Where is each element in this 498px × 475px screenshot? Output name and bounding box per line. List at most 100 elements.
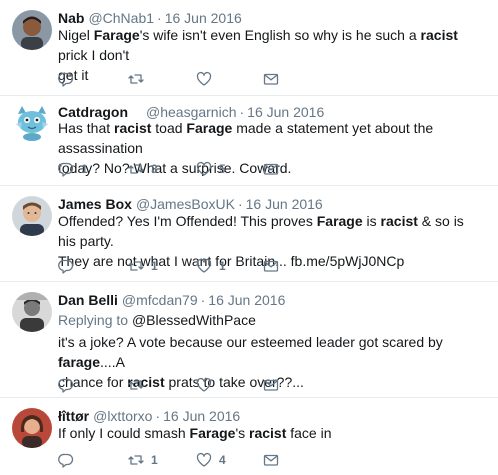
avatar-image (12, 10, 52, 50)
avatar[interactable] (12, 10, 52, 50)
tweet-actions: 1 1 (58, 257, 288, 275)
timestamp[interactable]: 16 Jun 2016 (165, 10, 242, 26)
user-handle[interactable]: @lxttorxo (93, 408, 152, 424)
retweet-count: 1 (151, 259, 158, 273)
text-span: face in (286, 425, 332, 441)
retweet-button[interactable] (128, 70, 151, 88)
tweet-text: If only I could smash Farage's racist fa… (58, 423, 483, 443)
tweet[interactable]: łîttør @lxttorxo · 16 Jun 2016 If only I co… (0, 398, 498, 475)
tweet-line: If only I could smash Farage's racist fa… (58, 423, 483, 443)
like-button[interactable]: 4 (196, 451, 226, 469)
replying-to-label: Replying to (58, 312, 132, 328)
text-span: it's a joke? A vote because our esteemed… (58, 334, 443, 350)
heart-icon (196, 452, 212, 468)
text-span: ....A (100, 354, 125, 370)
keyword-highlight: Farage (189, 425, 236, 441)
message-button[interactable] (263, 70, 279, 88)
tweet-line: Has that racist toad Farage made a state… (58, 118, 483, 158)
keyword-highlight: Farage (186, 120, 233, 136)
separator: · (157, 10, 162, 26)
tweet-line: Offended? Yes I'm Offended! This proves … (58, 211, 483, 251)
separator: · (200, 292, 206, 308)
text-span: 's wife isn't even English so why is he … (139, 27, 421, 43)
reply-icon (58, 452, 74, 468)
like-count: 5 (219, 162, 226, 176)
reply-button[interactable] (58, 376, 81, 394)
like-button[interactable]: 5 (196, 160, 226, 178)
replying-to: Replying to @BlessedWithPace (58, 312, 256, 329)
reply-button[interactable] (58, 451, 81, 469)
tweet-line: Nigel Farage's wife isn't even English s… (58, 25, 483, 65)
tweet[interactable]: Nab @ChNab1 · 16 Jun 2016 Nigel Farage's wi… (0, 0, 498, 96)
like-count: 4 (219, 453, 226, 467)
envelope-icon (263, 258, 279, 274)
heart-icon (196, 377, 212, 393)
tweet[interactable]: James Box @JamesBoxUK · 16 Jun 2016 Offende… (0, 186, 498, 282)
tweet[interactable]: Catdragon @heasgarnich · 16 Jun 2016 Has th… (0, 96, 498, 186)
retweet-button[interactable]: 3 (128, 160, 158, 178)
user-handle[interactable]: @mfcdan79 (122, 292, 198, 308)
keyword-highlight: Farage (93, 27, 140, 43)
avatar-image (12, 196, 52, 236)
retweet-count: 3 (151, 162, 158, 176)
reply-button[interactable]: 1 (58, 160, 88, 178)
separator: · (155, 408, 161, 424)
separator: · (237, 196, 243, 212)
avatar[interactable] (12, 292, 52, 332)
avatar-image (12, 102, 52, 142)
tweet[interactable]: Dan Belli @mfcdan79 · 16 Jun 2016 Replying … (0, 282, 498, 398)
reply-button[interactable] (58, 70, 81, 88)
reply-icon (58, 258, 74, 274)
retweet-icon (128, 377, 144, 393)
reply-icon (58, 161, 74, 177)
heart-icon (196, 161, 212, 177)
timestamp[interactable]: 16 Jun 2016 (208, 292, 285, 308)
text-span: Has that (58, 120, 115, 136)
message-button[interactable] (263, 376, 279, 394)
tweet-feed: Nab @ChNab1 · 16 Jun 2016 Nigel Farage's wi… (0, 0, 498, 475)
user-handle[interactable]: @ChNab1 (88, 10, 154, 26)
keyword-highlight: Farage (316, 213, 363, 229)
display-name[interactable]: łîttør (58, 408, 89, 424)
tweet-actions: 1 3 5 (58, 160, 288, 178)
retweet-icon (128, 161, 144, 177)
retweet-button[interactable]: 1 (128, 451, 158, 469)
keyword-highlight: racist (380, 213, 418, 229)
text-span: 's (235, 425, 249, 441)
replying-to-mention[interactable]: @BlessedWithPace (132, 312, 256, 328)
reply-count: 1 (81, 162, 88, 176)
avatar[interactable] (12, 408, 52, 448)
avatar[interactable] (12, 196, 52, 236)
like-button[interactable] (196, 70, 219, 88)
reply-icon (58, 377, 74, 393)
display-name[interactable]: Nab (58, 10, 84, 26)
retweet-count: 1 (151, 453, 158, 467)
like-button[interactable] (196, 376, 219, 394)
display-name[interactable]: James Box (58, 196, 132, 212)
message-button[interactable] (263, 257, 279, 275)
reply-button[interactable] (58, 257, 81, 275)
text-span: If only I could smash (58, 425, 190, 441)
text-span: toad (151, 120, 187, 136)
user-handle[interactable]: @JamesBoxUK (136, 196, 235, 212)
retweet-icon (128, 452, 144, 468)
keyword-highlight: racist (249, 425, 287, 441)
text-span: prick I don't (58, 47, 130, 63)
timestamp[interactable]: 16 Jun 2016 (246, 196, 323, 212)
keyword-highlight: racist (114, 120, 152, 136)
retweet-button[interactable] (128, 376, 151, 394)
keyword-highlight: farage (58, 354, 101, 370)
heart-icon (196, 258, 212, 274)
tweet-header: Dan Belli @mfcdan79 · 16 Jun 2016 (58, 292, 285, 309)
like-button[interactable]: 1 (196, 257, 226, 275)
like-count: 1 (219, 259, 226, 273)
keyword-highlight: racist (420, 27, 458, 43)
retweet-icon (128, 258, 144, 274)
avatar[interactable] (12, 102, 52, 142)
tweet-actions (58, 70, 288, 88)
message-button[interactable] (263, 451, 279, 469)
display-name[interactable]: Dan Belli (58, 292, 118, 308)
message-button[interactable] (263, 160, 279, 178)
timestamp[interactable]: 16 Jun 2016 (163, 408, 240, 424)
retweet-button[interactable]: 1 (128, 257, 158, 275)
